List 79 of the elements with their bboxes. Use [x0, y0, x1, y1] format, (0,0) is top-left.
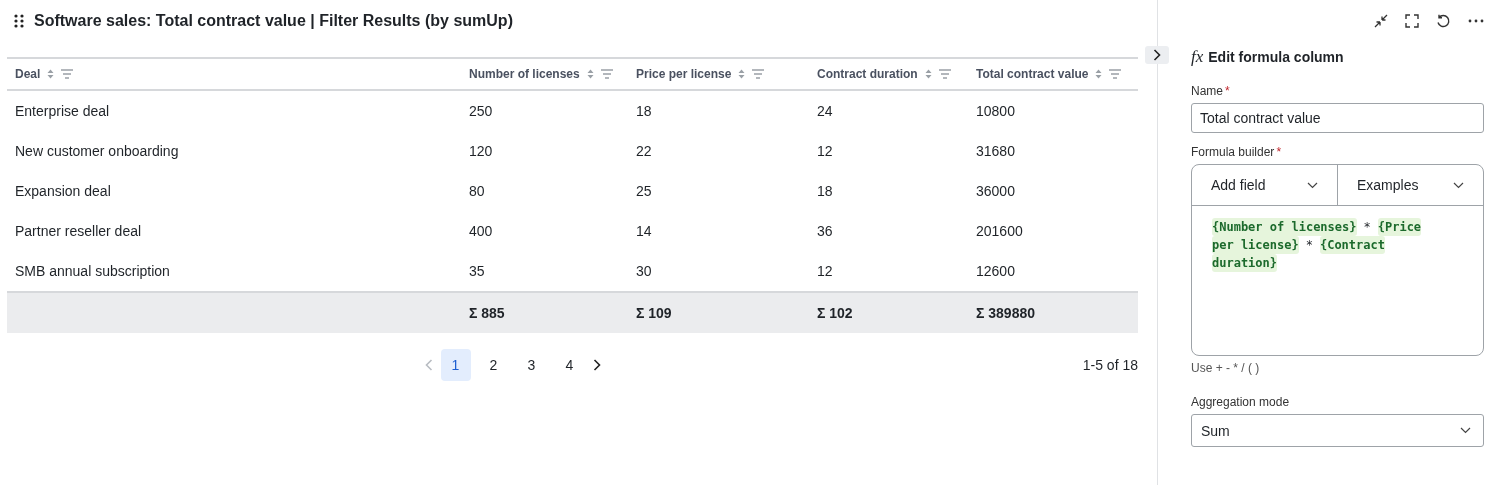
chevron-down-icon — [1453, 181, 1464, 189]
page-button[interactable]: 3 — [516, 349, 547, 381]
collapse-panel-button[interactable] — [1145, 46, 1169, 64]
field-token: per license} — [1212, 236, 1299, 254]
page-range: 1-5 of 18 — [1082, 357, 1138, 373]
chevron-down-icon — [1307, 181, 1318, 189]
table-cell: 30 — [636, 263, 652, 279]
sort-icon[interactable] — [47, 69, 55, 79]
operator: * — [1305, 237, 1313, 254]
filter-icon[interactable] — [61, 69, 74, 79]
column-header[interactable]: Price per license — [636, 67, 732, 81]
filter-icon[interactable] — [752, 69, 765, 79]
total-cell: Σ 109 — [636, 305, 672, 321]
sort-icon[interactable] — [586, 69, 594, 79]
hint-text: Use + - * / ( ) — [1191, 361, 1261, 375]
column-header[interactable]: Total contract value — [976, 67, 1089, 81]
aggregation-select[interactable]: Sum — [1191, 414, 1484, 447]
sort-icon[interactable] — [924, 69, 932, 79]
table-cell: 35 — [469, 263, 485, 279]
next-page-icon[interactable] — [592, 359, 601, 371]
table-cell: 31680 — [976, 143, 1015, 159]
dropdown-button[interactable]: Add field — [1192, 165, 1337, 205]
total-cell: Σ 885 — [469, 305, 505, 321]
widget-title: Software sales: Total contract value | Filter Results (by sumUp) — [34, 12, 513, 30]
table-cell: 12 — [817, 263, 833, 279]
table-cell: 24 — [817, 103, 833, 119]
column-header[interactable]: Number of licenses — [469, 67, 580, 81]
field-label: Formula builder * — [1191, 145, 1283, 159]
column-header[interactable]: Deal — [15, 67, 41, 81]
dropdown-button[interactable]: Examples — [1337, 165, 1483, 205]
column-header[interactable]: Contract duration — [817, 67, 918, 81]
total-cell: Σ 389880 — [976, 305, 1035, 321]
page-button[interactable]: 1 — [440, 349, 471, 381]
fullscreen-icon[interactable] — [1405, 14, 1419, 28]
table-cell: 10800 — [976, 103, 1015, 119]
table-cell: 36000 — [976, 183, 1015, 199]
table-cell: 25 — [636, 183, 652, 199]
reset-icon[interactable] — [1436, 13, 1451, 29]
table-cell: Partner reseller deal — [15, 223, 142, 239]
table-cell: 201600 — [976, 223, 1023, 239]
chevron-right-icon — [1153, 49, 1161, 61]
page-button[interactable]: 4 — [554, 349, 585, 381]
filter-icon[interactable] — [1109, 69, 1122, 79]
sort-icon[interactable] — [738, 69, 746, 79]
table-cell: 36 — [817, 223, 833, 239]
table-cell: Enterprise deal — [15, 103, 110, 119]
minimize-icon[interactable] — [1374, 14, 1388, 28]
table-cell: 18 — [636, 103, 652, 119]
field-token: duration} — [1212, 254, 1278, 272]
table-cell: SMB annual subscription — [15, 263, 170, 279]
more-icon[interactable] — [1468, 19, 1484, 23]
page-button[interactable]: 2 — [478, 349, 509, 381]
table-cell: 80 — [469, 183, 485, 199]
formula-editor[interactable]: {Number of licenses} * {Price per license} * {Contract duration} — [1192, 206, 1483, 284]
table-cell: 22 — [636, 143, 652, 159]
table-cell: 18 — [817, 183, 833, 199]
sort-icon[interactable] — [1095, 69, 1103, 79]
field-token: {Price — [1377, 218, 1422, 236]
panel-title: Edit formula column — [1208, 49, 1344, 65]
field-token: {Number of licenses} — [1212, 218, 1357, 236]
formula-icon: fx — [1191, 47, 1204, 67]
filter-icon[interactable] — [600, 69, 613, 79]
field-label: Name * — [1191, 84, 1231, 98]
table-cell: Expansion deal — [15, 183, 111, 199]
table-cell: New customer onboarding — [15, 143, 179, 159]
drag-handle-icon[interactable] — [14, 14, 24, 28]
operator: * — [1363, 219, 1371, 236]
field-token: {Contract — [1319, 236, 1385, 254]
chevron-down-icon — [1460, 427, 1471, 434]
filter-icon[interactable] — [938, 69, 951, 79]
name-field[interactable]: Total contract value — [1191, 103, 1484, 133]
table-cell: 250 — [469, 103, 493, 119]
table-cell: 400 — [469, 223, 493, 239]
table-cell: 14 — [636, 223, 652, 239]
table-cell: 120 — [469, 143, 493, 159]
table-cell: 12600 — [976, 263, 1015, 279]
field-label: Aggregation mode — [1191, 395, 1291, 409]
total-cell: Σ 102 — [817, 305, 853, 321]
table-cell: 12 — [817, 143, 833, 159]
